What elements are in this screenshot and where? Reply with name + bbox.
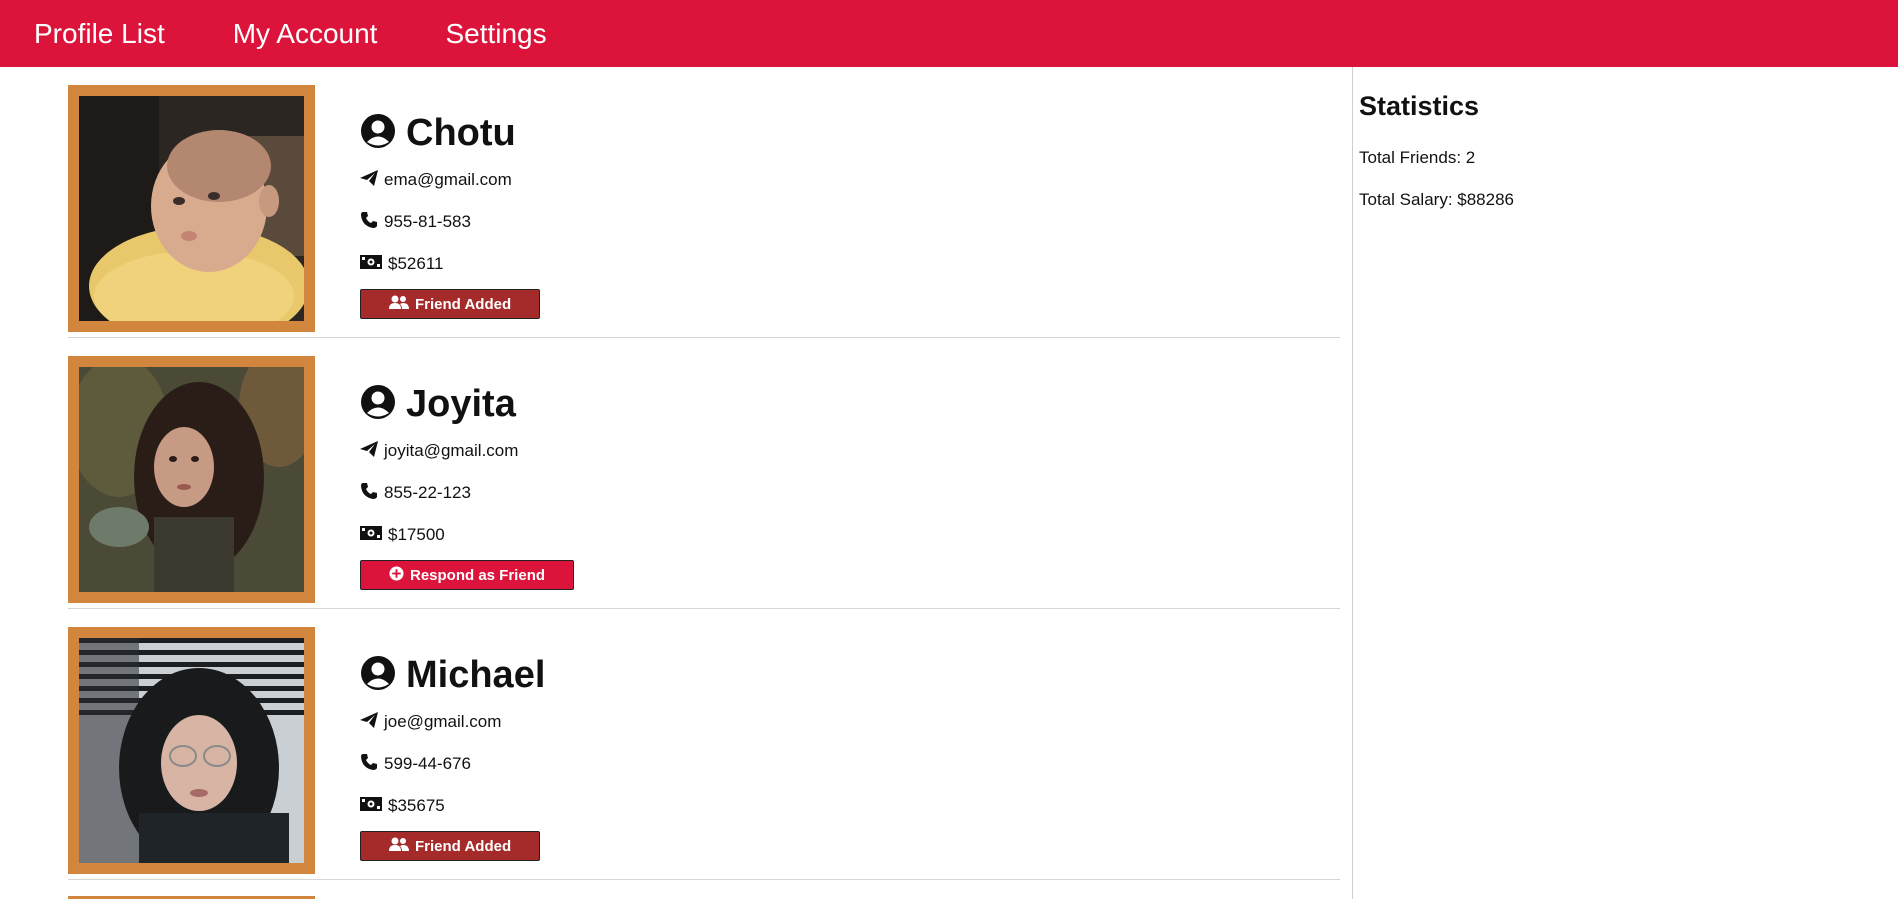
profile-name: Joyita bbox=[406, 382, 516, 425]
profile-photo-frame bbox=[68, 356, 315, 603]
total-friends: Total Friends: 2 bbox=[1359, 148, 1476, 167]
top-navbar: Profile List My Account Settings bbox=[0, 0, 1898, 67]
nav-my-account[interactable]: My Account bbox=[233, 18, 378, 50]
profile-name: Michael bbox=[406, 653, 546, 696]
profile-photo-frame bbox=[68, 627, 315, 874]
respond-as-friend-button[interactable]: Respond as Friend bbox=[360, 560, 575, 590]
profile-photo bbox=[79, 96, 304, 321]
user-circle-icon bbox=[360, 384, 396, 425]
user-friends-icon bbox=[389, 837, 409, 855]
profile-info: Chotu ema@gmail.com 955-81-583 $52611 Fr… bbox=[360, 107, 541, 319]
paper-plane-icon bbox=[360, 440, 384, 462]
profile-card: Michael joe@gmail.com 599-44-676 $35675 … bbox=[68, 609, 1340, 880]
user-friends-icon bbox=[389, 295, 409, 313]
user-circle-icon bbox=[360, 655, 396, 696]
plus-circle-icon bbox=[389, 565, 404, 585]
profile-photo bbox=[79, 367, 304, 592]
profile-email: joyita@gmail.com bbox=[360, 430, 574, 472]
paper-plane-icon bbox=[360, 711, 384, 733]
profile-photo bbox=[79, 638, 304, 863]
profile-list: Chotu ema@gmail.com 955-81-583 $52611 Fr… bbox=[0, 67, 1352, 899]
profile-salary: $52611 bbox=[360, 243, 540, 285]
money-bill-icon bbox=[360, 525, 388, 545]
profile-salary: $35675 bbox=[360, 785, 545, 827]
paper-plane-icon bbox=[360, 169, 384, 191]
money-bill-icon bbox=[360, 796, 388, 816]
profile-phone: 955-81-583 bbox=[360, 201, 540, 243]
phone-icon bbox=[360, 211, 384, 234]
profile-email: joe@gmail.com bbox=[360, 701, 545, 743]
profile-email: ema@gmail.com bbox=[360, 159, 540, 201]
profile-info: Michael joe@gmail.com 599-44-676 $35675 … bbox=[360, 649, 545, 861]
friend-added-button[interactable]: Friend Added bbox=[360, 289, 541, 319]
statistics-panel: Statistics Total Friends: 2 Total Salary… bbox=[1352, 67, 1898, 899]
phone-icon bbox=[360, 753, 384, 776]
nav-profile-list[interactable]: Profile List bbox=[34, 18, 165, 50]
profile-name: Chotu bbox=[406, 111, 516, 154]
nav-settings[interactable]: Settings bbox=[445, 18, 546, 50]
money-bill-icon bbox=[360, 254, 388, 274]
profile-phone: 855-22-123 bbox=[360, 472, 574, 514]
phone-icon bbox=[360, 482, 384, 505]
profile-info: Joyita joyita@gmail.com 855-22-123 $1750… bbox=[360, 378, 575, 590]
profile-card: Joyita joyita@gmail.com 855-22-123 $1750… bbox=[68, 338, 1340, 609]
statistics-title: Statistics bbox=[1359, 91, 1480, 121]
profile-phone: 599-44-676 bbox=[360, 743, 545, 785]
total-salary: Total Salary: $88286 bbox=[1359, 190, 1514, 209]
profile-card: Chotu ema@gmail.com 955-81-583 $52611 Fr… bbox=[68, 67, 1340, 338]
friend-added-button[interactable]: Friend Added bbox=[360, 831, 541, 861]
profile-salary: $17500 bbox=[360, 514, 574, 556]
user-circle-icon bbox=[360, 113, 396, 154]
profile-photo-frame bbox=[68, 85, 315, 332]
